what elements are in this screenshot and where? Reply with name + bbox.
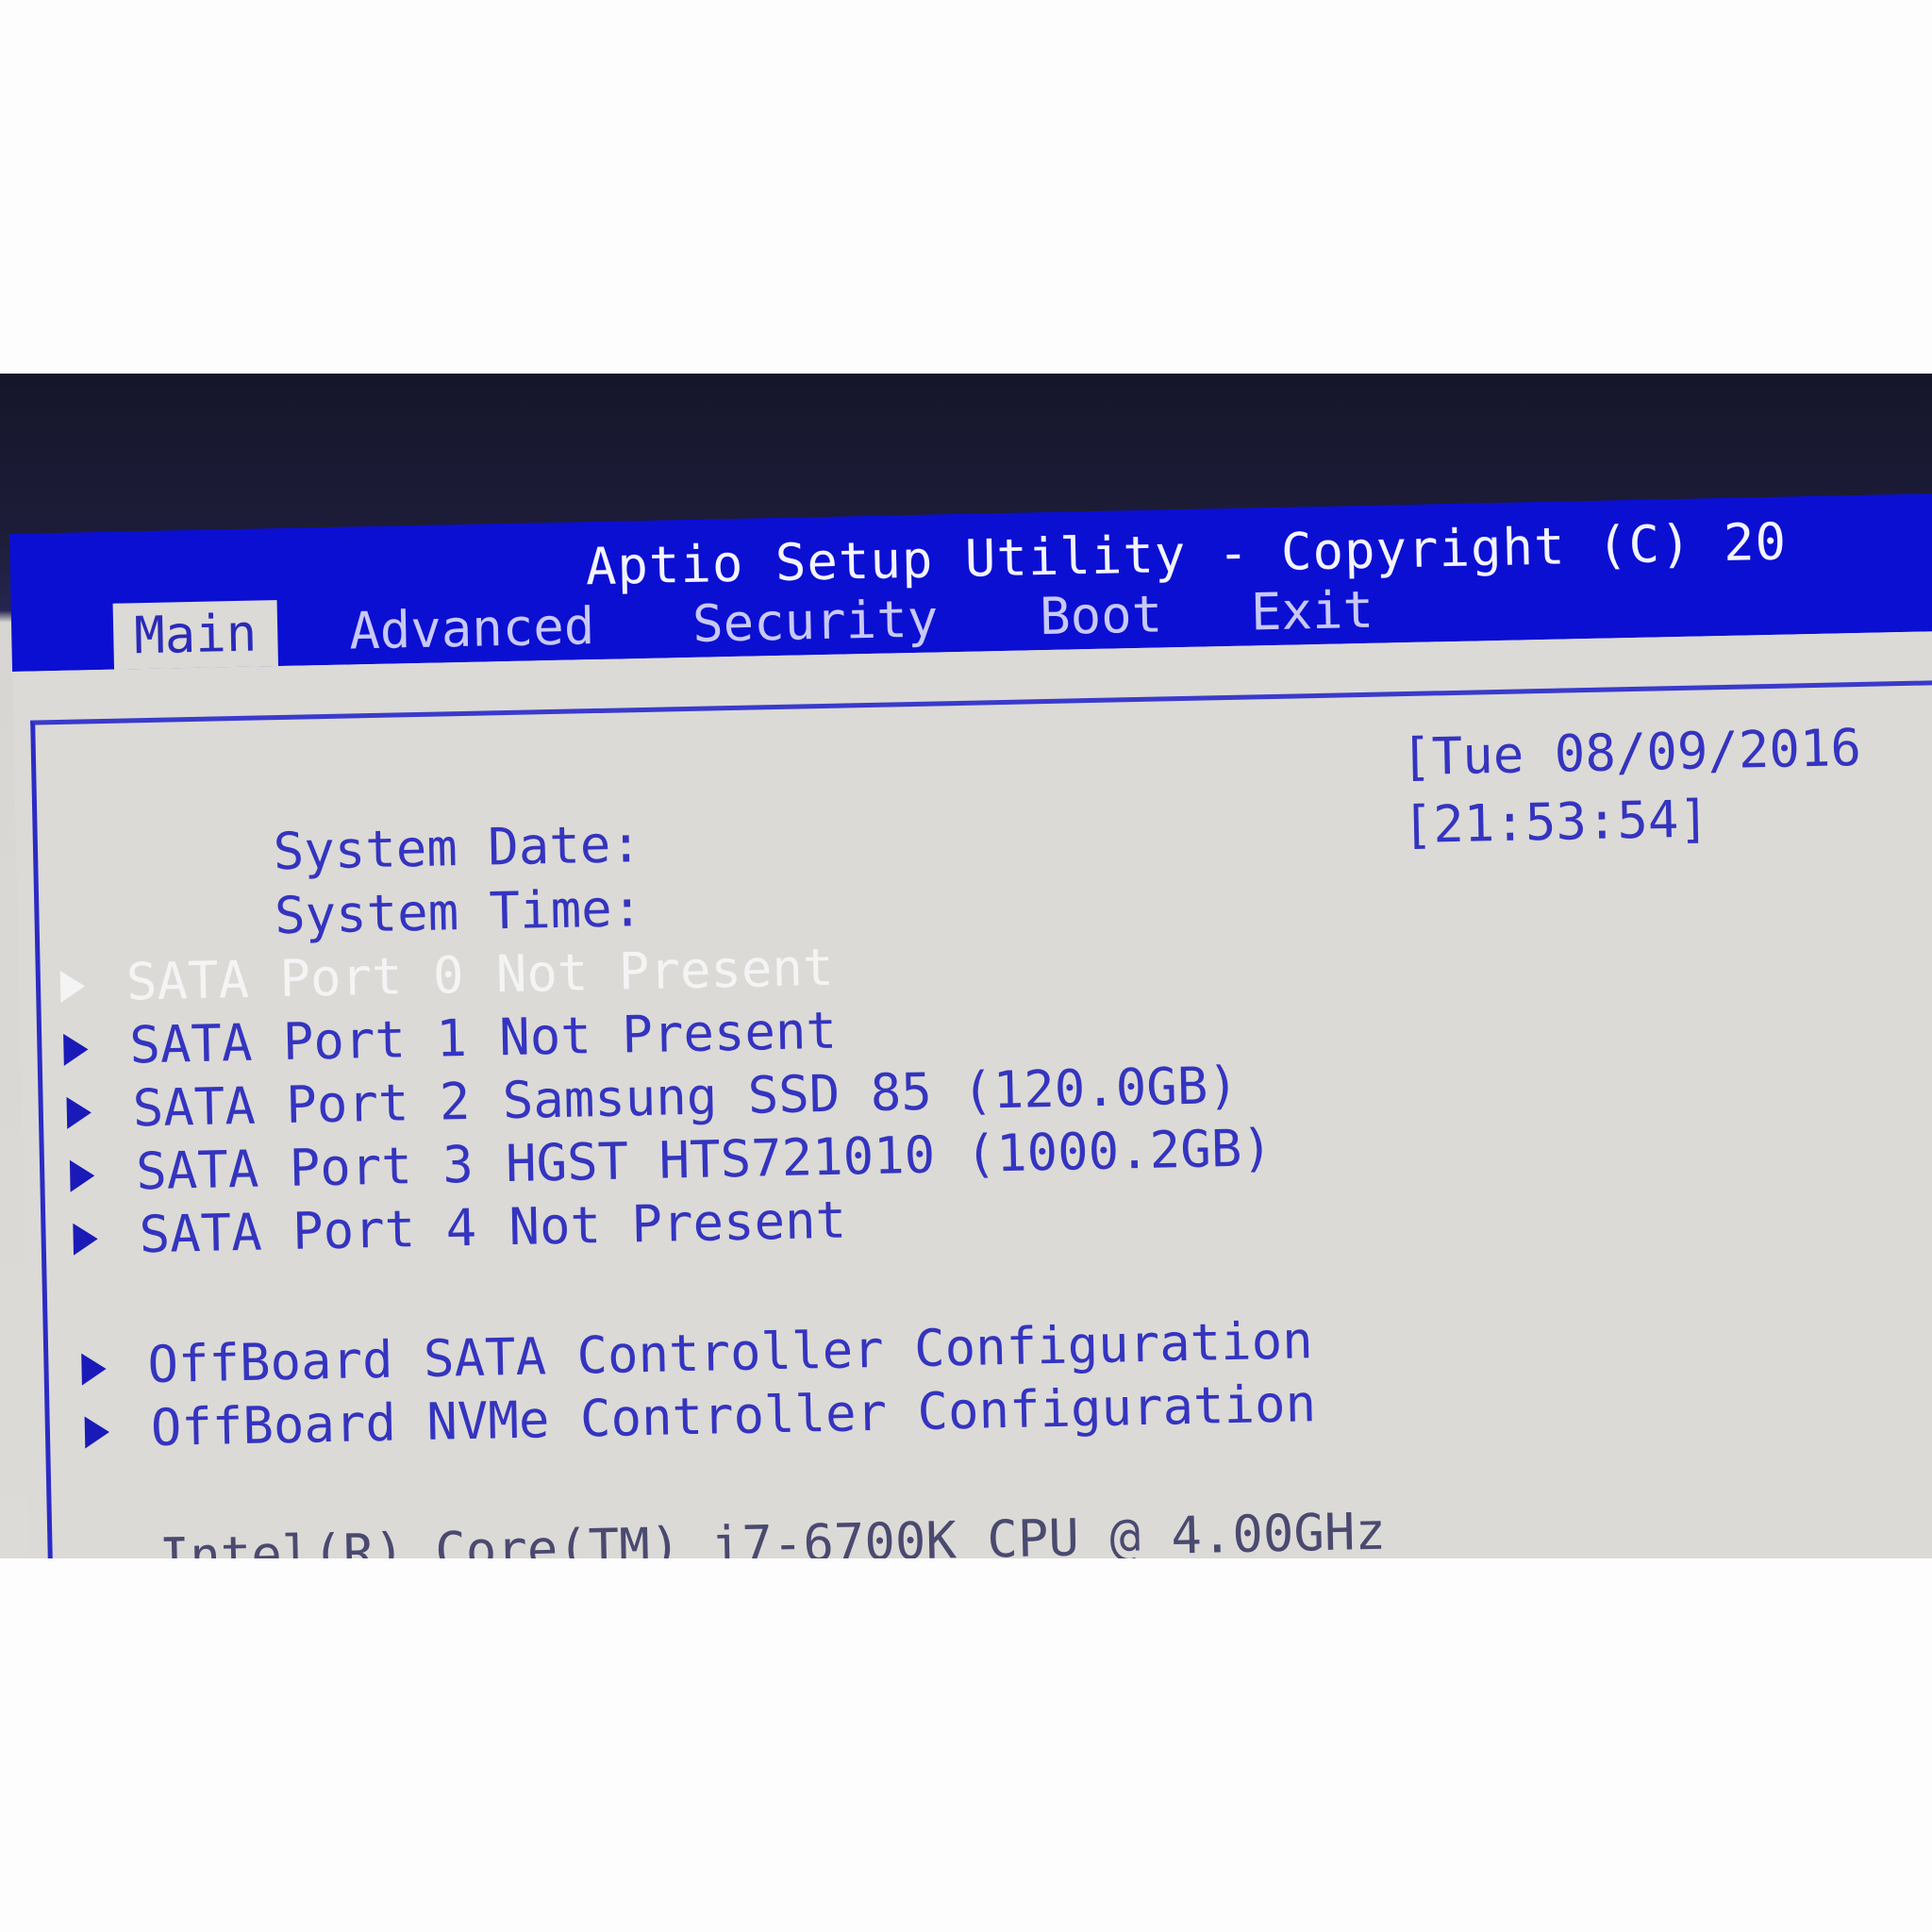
app-title: Aptio Setup Utility - Copyright (C) 20	[585, 511, 1788, 597]
submenu-arrow-icon	[59, 970, 86, 1004]
sata-port-value: Not Present	[495, 937, 835, 1005]
submenu-arrow-icon	[66, 1096, 92, 1130]
sata-port-1-item[interactable]: SATA Port 1 Not Present	[63, 1001, 837, 1076]
system-time-value[interactable]: [21:53:54]	[1402, 789, 1709, 855]
sata-port-label: SATA Port 3	[135, 1134, 475, 1202]
sata-port-label: SATA Port 1	[128, 1008, 468, 1075]
sata-port-label: SATA Port 0	[125, 945, 465, 1012]
submenu-arrow-icon	[69, 1159, 95, 1193]
tab-exit[interactable]: Exit	[1250, 577, 1374, 646]
sata-port-value: Not Present	[508, 1190, 847, 1257]
sata-port-2-item[interactable]: SATA Port 2 Samsung SSD 85 (120.0GB)	[66, 1056, 1239, 1140]
tab-advanced[interactable]: Advanced	[349, 593, 596, 664]
system-date-value[interactable]: [Tue 08/09/2016	[1401, 718, 1862, 787]
sata-port-label: SATA Port 4	[138, 1197, 477, 1265]
submenu-arrow-icon	[73, 1223, 99, 1257]
sata-port-0-item[interactable]: SATA Port 0 Not Present	[59, 938, 834, 1013]
sata-port-label: SATA Port 2	[132, 1071, 471, 1139]
main-content: System Date: [Tue 08/09/2016 System Time…	[12, 627, 1932, 1558]
sata-port-4-item[interactable]: SATA Port 4 Not Present	[73, 1191, 847, 1266]
submenu-arrow-icon	[63, 1033, 89, 1067]
sata-port-value: Not Present	[498, 1000, 838, 1068]
bios-screen: Aptio Setup Utility - Copyright (C) 20 M…	[9, 490, 1932, 1558]
tab-main[interactable]: Main	[112, 600, 279, 670]
bios-photo: Aptio Setup Utility - Copyright (C) 20 M…	[0, 374, 1932, 1558]
submenu-arrow-icon	[81, 1353, 107, 1386]
system-time-label: System Time:	[274, 878, 643, 946]
tab-security[interactable]: Security	[691, 586, 939, 657]
sata-port-3-item[interactable]: SATA Port 3 HGST HTS721010 (1000.2GB)	[69, 1118, 1273, 1203]
submenu-arrow-icon	[84, 1416, 110, 1449]
tab-boot[interactable]: Boot	[1039, 581, 1162, 650]
